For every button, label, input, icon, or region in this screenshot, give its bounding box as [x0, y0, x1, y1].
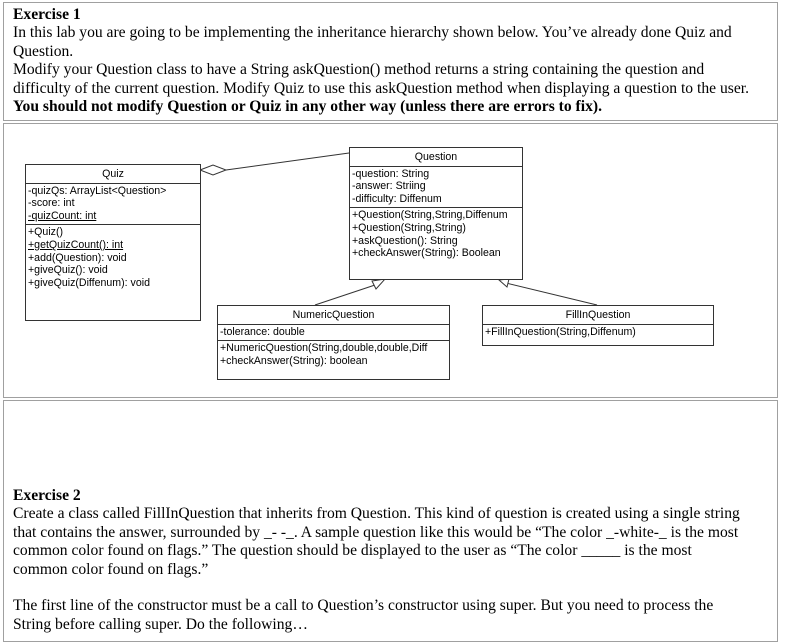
class-name: NumericQuestion [218, 306, 449, 325]
method: +giveQuiz(Diffenum): void [28, 276, 150, 289]
method: +Question(String,String,Diffenum [352, 209, 508, 222]
exercise2-line: common color found on flags.” [13, 560, 209, 578]
exercise2-line: common color found on flags.” The questi… [13, 542, 692, 560]
inheritance-arrow-icon [371, 278, 387, 290]
class-fillin-question: FillInQuestion +FillInQuestion(String,Di… [482, 305, 714, 346]
exercise2-title: Exercise 2 [13, 487, 81, 504]
aggregation-diamond-icon [198, 164, 228, 176]
exercise2-line: String before calling super. Do the foll… [13, 615, 308, 633]
attribute: -difficulty: Diffenum [352, 192, 442, 205]
method: +Quiz() [28, 226, 64, 239]
exercise2-line: that contains the answer, surrounded by … [13, 523, 739, 541]
class-numeric-question: NumericQuestion -tolerance: double +Nume… [217, 305, 450, 380]
attribute: -answer: Striing [352, 180, 426, 193]
class-name: FillInQuestion [483, 306, 713, 325]
attribute: -question: String [352, 167, 430, 180]
class-question: Question -question: String -answer: Stri… [349, 147, 523, 280]
inheritance-line-numeric [314, 283, 379, 306]
attribute: -tolerance: double [220, 325, 305, 338]
method: +checkAnswer(String): Boolean [352, 247, 501, 260]
attribute: -score: int [28, 197, 75, 210]
inheritance-line-fillin [505, 282, 598, 306]
method: +checkAnswer(String): boolean [220, 354, 368, 367]
exercise2-line: Create a class called FillInQuestion tha… [13, 505, 740, 523]
method: +askQuestion(): String [352, 234, 458, 247]
class-quiz: Quiz -quizQs: ArrayList<Question> -score… [25, 164, 201, 321]
inheritance-arrow-icon [497, 278, 510, 288]
class-name: Question [350, 148, 522, 167]
exercise2-cell: Exercise 2 Create a class called FillInQ… [3, 400, 778, 642]
exercise2-line: The first line of the constructor must b… [13, 597, 714, 615]
class-name: Quiz [26, 165, 200, 184]
exercise2-text: Exercise 2 Create a class called FillInQ… [13, 487, 740, 634]
method: +Question(String,String) [352, 221, 466, 234]
attribute: -quizQs: ArrayList<Question> [28, 184, 167, 197]
method: +giveQuiz(): void [28, 264, 108, 277]
method: +FillInQuestion(String,Diffenum) [485, 325, 636, 338]
aggregation-line [225, 152, 350, 171]
attribute: -quizCount: int [28, 209, 97, 222]
method: +getQuizCount(): int [28, 238, 124, 251]
method: +add(Question): void [28, 251, 127, 264]
exercise2-line [13, 579, 740, 597]
method: +NumericQuestion(String,double,double,Di… [220, 342, 428, 355]
